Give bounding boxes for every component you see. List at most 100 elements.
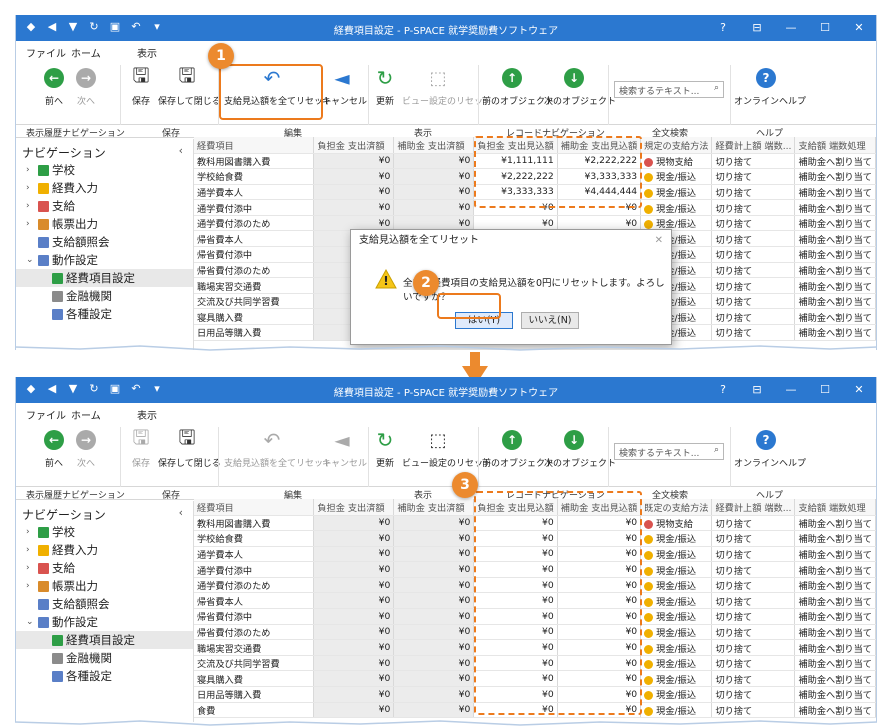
maximize-button[interactable]: ☐ (808, 15, 842, 41)
table-cell[interactable]: 教科用図書購入費 (194, 153, 315, 170)
table-cell[interactable]: 通学費本人 (194, 184, 315, 201)
expand-chevron-icon[interactable]: › (26, 179, 30, 197)
back-button[interactable]: ← 前へ (38, 65, 70, 107)
table-cell[interactable]: ¥0 (393, 561, 475, 578)
table-cell[interactable]: 交流及び共同学習費 (194, 293, 315, 310)
table-cell[interactable]: ¥0 (393, 608, 475, 625)
menu-file[interactable]: ファイル (26, 407, 66, 422)
reset-all-button[interactable]: ↶ 支給見込額を全てリセット (224, 427, 332, 469)
table-cell[interactable]: 切り捨て (711, 246, 796, 263)
table-cell[interactable]: 現金/振込 (640, 639, 713, 656)
table-cell[interactable]: 現金/振込 (640, 655, 713, 672)
nav-item-operation-settings[interactable]: ⌄ 動作設定 (16, 613, 193, 631)
nav-item-expense-item-settings[interactable]: 経費項目設定 (16, 269, 193, 287)
table-cell[interactable]: 補助金へ割り当て (794, 655, 876, 672)
next-object-button[interactable]: ↓ 次のオブジェクト (544, 427, 616, 469)
prev-object-button[interactable]: ↑ 前のオブジェクト (482, 65, 554, 107)
table-cell[interactable]: 帰省費付添のため (194, 262, 315, 279)
view-reset-button[interactable]: ⬚ ビュー設定のリセット (402, 65, 492, 108)
table-cell[interactable]: 食費 (194, 702, 315, 719)
expand-chevron-icon[interactable]: › (26, 523, 30, 541)
table-cell[interactable]: ¥0 (313, 577, 395, 594)
column-header[interactable]: 支給額 端数処理 (794, 137, 876, 154)
nav-item-school[interactable]: › 学校 (16, 161, 193, 179)
table-cell[interactable]: 現金/振込 (640, 608, 713, 625)
table-cell[interactable]: 切り捨て (711, 670, 796, 688)
online-help-button[interactable]: ? オンラインヘルプ (734, 65, 806, 107)
restore-layout-icon[interactable]: ⊟ (740, 15, 774, 41)
table-cell[interactable]: 切り捨て (711, 655, 796, 672)
column-header[interactable]: 補助金 支出済額 (393, 137, 475, 154)
dialog-close-icon[interactable]: ✕ (655, 230, 663, 252)
restore-layout-icon[interactable]: ⊟ (740, 377, 774, 403)
table-cell[interactable]: 通学費付添中 (194, 561, 315, 578)
table-cell[interactable]: 切り捨て (711, 561, 796, 578)
table-cell[interactable]: ¥0 (313, 184, 395, 201)
table-cell[interactable]: 職場実習交通費 (194, 277, 315, 294)
table-cell[interactable]: ¥0 (393, 184, 475, 201)
expand-chevron-icon[interactable]: › (26, 577, 30, 595)
nav-item-payment-inquiry[interactable]: 支給額照会 (16, 233, 193, 251)
help-icon[interactable]: ? (706, 377, 740, 403)
expand-chevron-icon[interactable]: › (26, 161, 30, 179)
table-cell[interactable]: 通学費付添のため (194, 215, 315, 232)
close-button[interactable]: ✕ (842, 377, 876, 403)
refresh-button[interactable]: ↻ 更新 (372, 427, 398, 469)
table-cell[interactable]: ¥0 (313, 199, 395, 216)
column-header[interactable]: 規定の支給方法 (640, 137, 713, 154)
column-header[interactable]: 経費計上額 端数... (711, 499, 796, 516)
table-cell[interactable]: 切り捨て (711, 215, 796, 232)
table-cell[interactable]: ¥0 (393, 168, 475, 185)
table-cell[interactable]: 補助金へ割り当て (794, 624, 876, 641)
table-cell[interactable]: 補助金へ割り当て (794, 515, 876, 532)
table-cell[interactable]: 補助金へ割り当て (794, 686, 876, 703)
table-cell[interactable]: ¥0 (313, 153, 395, 170)
table-cell[interactable]: 補助金へ割り当て (794, 215, 876, 232)
table-cell[interactable]: 補助金へ割り当て (794, 561, 876, 578)
table-cell[interactable]: 帰省費付添中 (194, 246, 315, 263)
menu-file[interactable]: ファイル (26, 45, 66, 60)
nav-item-financial-institution[interactable]: 金融機関 (16, 287, 193, 305)
table-cell[interactable]: 補助金へ割り当て (794, 262, 876, 279)
back-button[interactable]: ← 前へ (38, 427, 70, 469)
collapse-chevron-icon[interactable]: ‹ (179, 506, 183, 519)
table-cell[interactable]: 補助金へ割り当て (794, 230, 876, 248)
table-cell[interactable]: 補助金へ割り当て (794, 184, 876, 201)
prev-object-button[interactable]: ↑ 前のオブジェクト (482, 427, 554, 469)
expand-chevron-icon[interactable]: › (26, 215, 30, 233)
table-cell[interactable]: 現物支給 (640, 515, 713, 532)
table-cell[interactable]: 補助金へ割り当て (794, 608, 876, 625)
table-cell[interactable]: 補助金へ割り当て (794, 308, 876, 326)
nav-item-school[interactable]: › 学校 (16, 523, 193, 541)
table-cell[interactable]: ¥0 (313, 639, 395, 656)
table-cell[interactable]: 切り捨て (711, 184, 796, 201)
table-cell[interactable]: 補助金へ割り当て (794, 592, 876, 610)
table-cell[interactable]: 切り捨て (711, 686, 796, 703)
table-cell[interactable]: ¥0 (393, 624, 475, 641)
save-close-button[interactable]: 🖫 保存して閉じる (158, 425, 221, 469)
table-cell[interactable]: 現金/振込 (640, 670, 713, 688)
nav-item-various-settings[interactable]: 各種設定 (16, 667, 193, 685)
table-cell[interactable]: 切り捨て (711, 577, 796, 594)
table-cell[interactable]: 現金/振込 (640, 168, 713, 185)
table-cell[interactable]: ¥0 (313, 670, 395, 688)
table-cell[interactable]: 切り捨て (711, 546, 796, 563)
table-cell[interactable]: 寝具購入費 (194, 308, 315, 326)
save-close-button[interactable]: 🖫 保存して閉じる (158, 63, 221, 107)
table-cell[interactable]: ¥0 (313, 561, 395, 578)
table-cell[interactable]: 通学費付添中 (194, 199, 315, 216)
menu-view[interactable]: 表示 (137, 407, 157, 422)
column-header[interactable]: 補助金 支出済額 (393, 499, 475, 516)
table-cell[interactable]: 日用品等購入費 (194, 686, 315, 703)
nav-item-report-output[interactable]: › 帳票出力 (16, 215, 193, 233)
table-cell[interactable]: 補助金へ割り当て (794, 702, 876, 719)
table-cell[interactable]: 補助金へ割り当て (794, 670, 876, 688)
table-cell[interactable]: 帰省費付添のため (194, 624, 315, 641)
column-header[interactable]: 支給額 端数処理 (794, 499, 876, 516)
table-cell[interactable]: 補助金へ割り当て (794, 324, 876, 341)
table-cell[interactable]: ¥0 (393, 655, 475, 672)
table-cell[interactable]: 切り捨て (711, 592, 796, 610)
table-cell[interactable]: 補助金へ割り当て (794, 199, 876, 216)
column-header[interactable]: 経費計上額 端数... (711, 137, 796, 154)
save-button[interactable]: 🖫 保存 (126, 63, 156, 107)
